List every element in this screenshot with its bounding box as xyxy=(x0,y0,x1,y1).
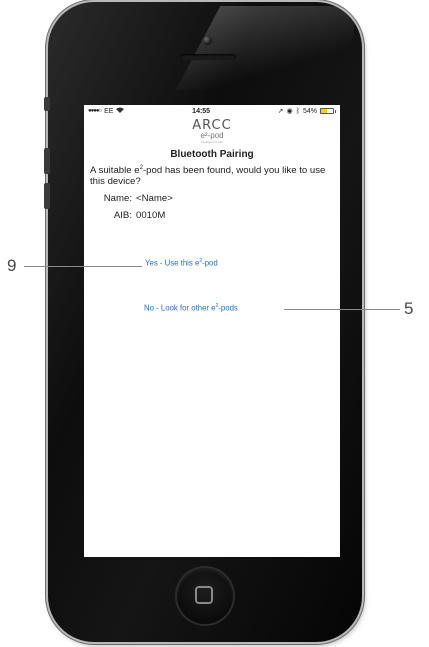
callout-line-left xyxy=(24,266,142,267)
location-icon: ➚ xyxy=(277,108,284,115)
callout-line-right xyxy=(284,309,400,310)
device-aib-value: 0010M xyxy=(136,210,166,222)
battery-fill xyxy=(320,109,328,113)
message-text-start: A suitable e xyxy=(90,165,140,177)
home-square-icon xyxy=(195,586,213,604)
no-text-start: No - Look for other e xyxy=(144,303,216,313)
mute-switch xyxy=(44,97,50,111)
page-title: Bluetooth Pairing xyxy=(170,149,254,160)
volume-up-button xyxy=(44,148,50,174)
use-this-epod-button[interactable]: Yes - Use this e2-pod xyxy=(145,258,218,268)
status-time: 14:55 xyxy=(192,107,211,115)
bluetooth-icon: ᛒ xyxy=(295,107,300,115)
yes-text-start: Yes - Use this e xyxy=(145,258,200,268)
device-aib-label: AIB: xyxy=(113,210,132,222)
phone-screen: ●●●●○ EE 14:55 ➚ ◉ ᛒ 54% ARCC e²-pod Int… xyxy=(84,105,340,557)
callout-label-left: 9 xyxy=(7,256,17,275)
callout-label-right: 5 xyxy=(404,299,414,318)
device-name-label: Name: xyxy=(103,193,132,205)
carrier-name: EE xyxy=(104,107,114,115)
front-camera-icon xyxy=(203,36,212,45)
no-text-end: -pods xyxy=(218,303,238,313)
pairing-message: A suitable e2-pod has been found, would … xyxy=(84,163,340,187)
alarm-icon: ◉ xyxy=(286,108,293,115)
glass-reflection xyxy=(175,6,371,90)
status-left: ●●●●○ EE xyxy=(88,107,125,115)
battery-percent: 54% xyxy=(302,107,317,115)
logo-tagline: Intelligent Power xyxy=(200,140,224,144)
logo-sub: e²-pod xyxy=(200,131,224,140)
battery-icon xyxy=(319,108,334,114)
signal-strength-icon: ●●●●○ xyxy=(88,108,102,114)
arcc-logo: ARCC e²-pod Intelligent Power xyxy=(84,118,340,146)
battery-cap xyxy=(334,109,336,113)
home-button[interactable] xyxy=(177,568,233,624)
device-name-value: <Name> xyxy=(136,193,173,205)
yes-text-end: -pod xyxy=(202,258,218,268)
earpiece-speaker xyxy=(180,54,236,60)
device-aib-row: AIB: 0010M xyxy=(84,210,340,221)
status-right: ➚ ◉ ᛒ 54% xyxy=(278,107,336,115)
status-bar: ●●●●○ EE 14:55 ➚ ◉ ᛒ 54% xyxy=(84,105,340,117)
wifi-icon xyxy=(116,107,125,115)
look-for-other-epods-button[interactable]: No - Look for other e2-pods xyxy=(144,303,238,313)
device-name-row: Name: <Name> xyxy=(84,193,340,204)
volume-down-button xyxy=(44,183,50,209)
